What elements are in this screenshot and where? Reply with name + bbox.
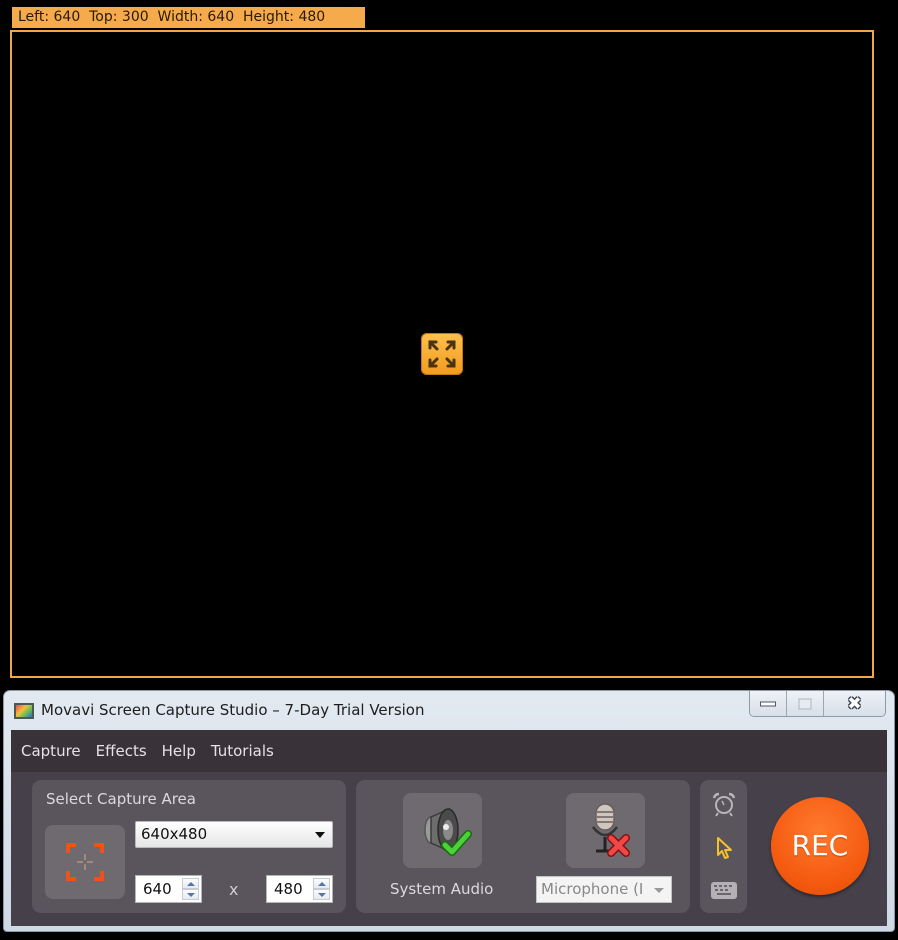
- record-button[interactable]: REC: [771, 797, 869, 895]
- cursor-effects-button[interactable]: [710, 833, 738, 861]
- microphone-device-value: Microphone (I: [541, 880, 644, 898]
- height-increment-button[interactable]: [313, 878, 330, 889]
- close-icon: ✖: [847, 693, 862, 714]
- menu-help[interactable]: Help: [162, 742, 196, 760]
- dimension-separator: x: [229, 880, 239, 899]
- keystrokes-button[interactable]: [710, 876, 738, 904]
- crosshair-frame-icon: [66, 843, 104, 881]
- menu-capture[interactable]: Capture: [21, 742, 81, 760]
- scheduler-alarm-icon: [712, 792, 736, 817]
- capture-area-title: Select Capture Area: [46, 790, 196, 808]
- menu-effects[interactable]: Effects: [96, 742, 147, 760]
- speaker-check-icon: [424, 807, 472, 856]
- menu-tutorials[interactable]: Tutorials: [211, 742, 274, 760]
- minimize-button[interactable]: [750, 691, 787, 716]
- capture-area-panel: Select Capture Area 640x480 640 x 480: [32, 780, 346, 913]
- microphone-device-dropdown[interactable]: Microphone (I: [536, 876, 672, 903]
- keystrokes-keyboard-icon: [711, 882, 737, 899]
- movavi-app-icon: [14, 703, 34, 719]
- chevron-down-icon: [654, 888, 664, 893]
- window-title: Movavi Screen Capture Studio – 7-Day Tri…: [41, 701, 425, 719]
- area-preset-value: 640x480: [141, 825, 208, 843]
- height-decrement-button[interactable]: [313, 889, 330, 900]
- width-stepper[interactable]: 640: [135, 875, 202, 903]
- microphone-toggle[interactable]: [566, 793, 645, 868]
- title-bar[interactable]: Movavi Screen Capture Studio – 7-Day Tri…: [4, 691, 894, 729]
- select-area-button[interactable]: [45, 825, 125, 899]
- audio-panel: System Audio Microphone (I: [356, 780, 690, 913]
- chevron-down-icon: [315, 832, 325, 838]
- tools-panel: [700, 780, 747, 913]
- system-audio-label: System Audio: [390, 880, 494, 898]
- scheduler-button[interactable]: [710, 790, 738, 818]
- width-decrement-button[interactable]: [182, 889, 199, 900]
- window-controls: ✖: [749, 691, 886, 717]
- microphone-disabled-icon: [592, 803, 630, 857]
- app-client-area: Capture Effects Help Tutorials Select Ca…: [11, 730, 887, 926]
- maximize-button[interactable]: [787, 691, 824, 716]
- system-audio-toggle[interactable]: [403, 793, 482, 868]
- maximize-icon: [798, 698, 812, 709]
- app-window: Movavi Screen Capture Studio – 7-Day Tri…: [3, 690, 895, 932]
- height-stepper[interactable]: 480: [266, 875, 333, 903]
- close-button[interactable]: ✖: [824, 691, 885, 716]
- width-value: 640: [143, 880, 172, 898]
- width-increment-button[interactable]: [182, 878, 199, 889]
- cursor-effects-icon: [717, 837, 732, 859]
- move-handle[interactable]: [421, 333, 463, 375]
- area-preset-dropdown[interactable]: 640x480: [135, 821, 333, 848]
- height-value: 480: [274, 880, 303, 898]
- menu-bar: Capture Effects Help Tutorials: [11, 730, 887, 772]
- minimize-icon: [760, 701, 776, 706]
- capture-area-info-label: Left: 640 Top: 300 Width: 640 Height: 48…: [12, 7, 365, 28]
- expand-arrows-icon: [428, 340, 456, 368]
